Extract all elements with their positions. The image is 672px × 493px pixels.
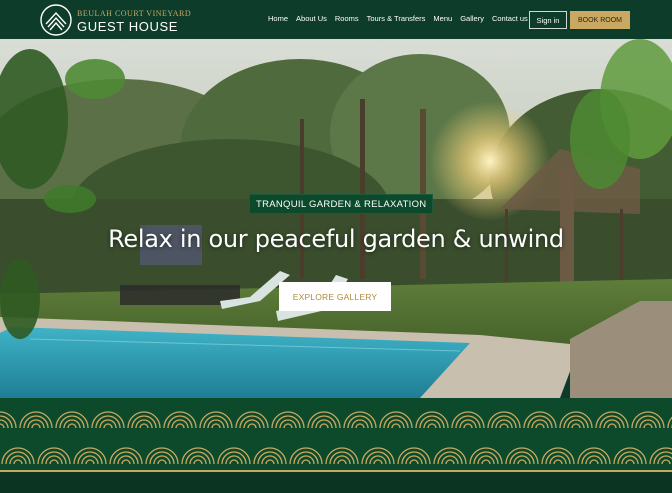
- decorative-pattern-band: [0, 398, 672, 472]
- mountain-logo-icon: [40, 4, 72, 36]
- nav-item-home[interactable]: Home: [268, 14, 288, 26]
- nav-item-rooms[interactable]: Rooms: [335, 14, 359, 26]
- hero-tag: TRANQUIL GARDEN & RELAXATION: [249, 194, 434, 214]
- nav-item-menu[interactable]: Menu: [433, 14, 452, 26]
- brand-logo[interactable]: BEULAH COURT VINEYARD GUEST HOUSE: [40, 4, 192, 36]
- footer-strip: [0, 472, 672, 493]
- main-nav: Home About Us Rooms Tours & Transfers Me…: [268, 14, 536, 26]
- brand-name-line2: GUEST HOUSE: [77, 19, 178, 34]
- sign-in-button[interactable]: Sign in: [529, 11, 567, 29]
- nav-item-gallery[interactable]: Gallery: [460, 14, 484, 26]
- nav-item-about-us[interactable]: About Us: [296, 14, 327, 26]
- hero-section: TRANQUIL GARDEN & RELAXATION Relax in ou…: [0, 39, 672, 398]
- garden-pool-photo: [0, 39, 672, 398]
- hero-headline: Relax in our peaceful garden & unwind: [108, 225, 564, 253]
- nav-item-tours-transfers[interactable]: Tours & Transfers: [367, 14, 426, 26]
- explore-gallery-button[interactable]: EXPLORE GALLERY: [279, 282, 391, 311]
- arc-pattern: [0, 411, 672, 465]
- nav-item-contact-us[interactable]: Contact us: [492, 14, 528, 26]
- book-room-button[interactable]: BOOK ROOM: [570, 11, 630, 29]
- brand-name-line1: BEULAH COURT VINEYARD: [77, 9, 192, 18]
- site-header: BEULAH COURT VINEYARD GUEST HOUSE Home A…: [0, 0, 672, 39]
